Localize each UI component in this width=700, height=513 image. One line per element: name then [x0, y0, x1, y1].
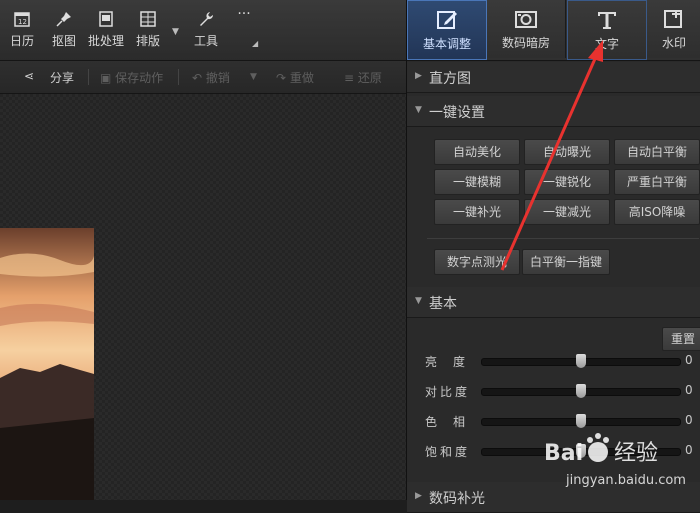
svg-text:Bai: Bai — [544, 441, 583, 466]
baidu-logo: Bai 经验 jingyan.baidu.com — [544, 433, 686, 488]
svg-text:jingyan.baidu.com: jingyan.baidu.com — [565, 473, 686, 488]
svg-text:经验: 经验 — [614, 441, 658, 466]
baidu-jingyan-watermark: Bai 经验 jingyan.baidu.com — [530, 424, 700, 500]
